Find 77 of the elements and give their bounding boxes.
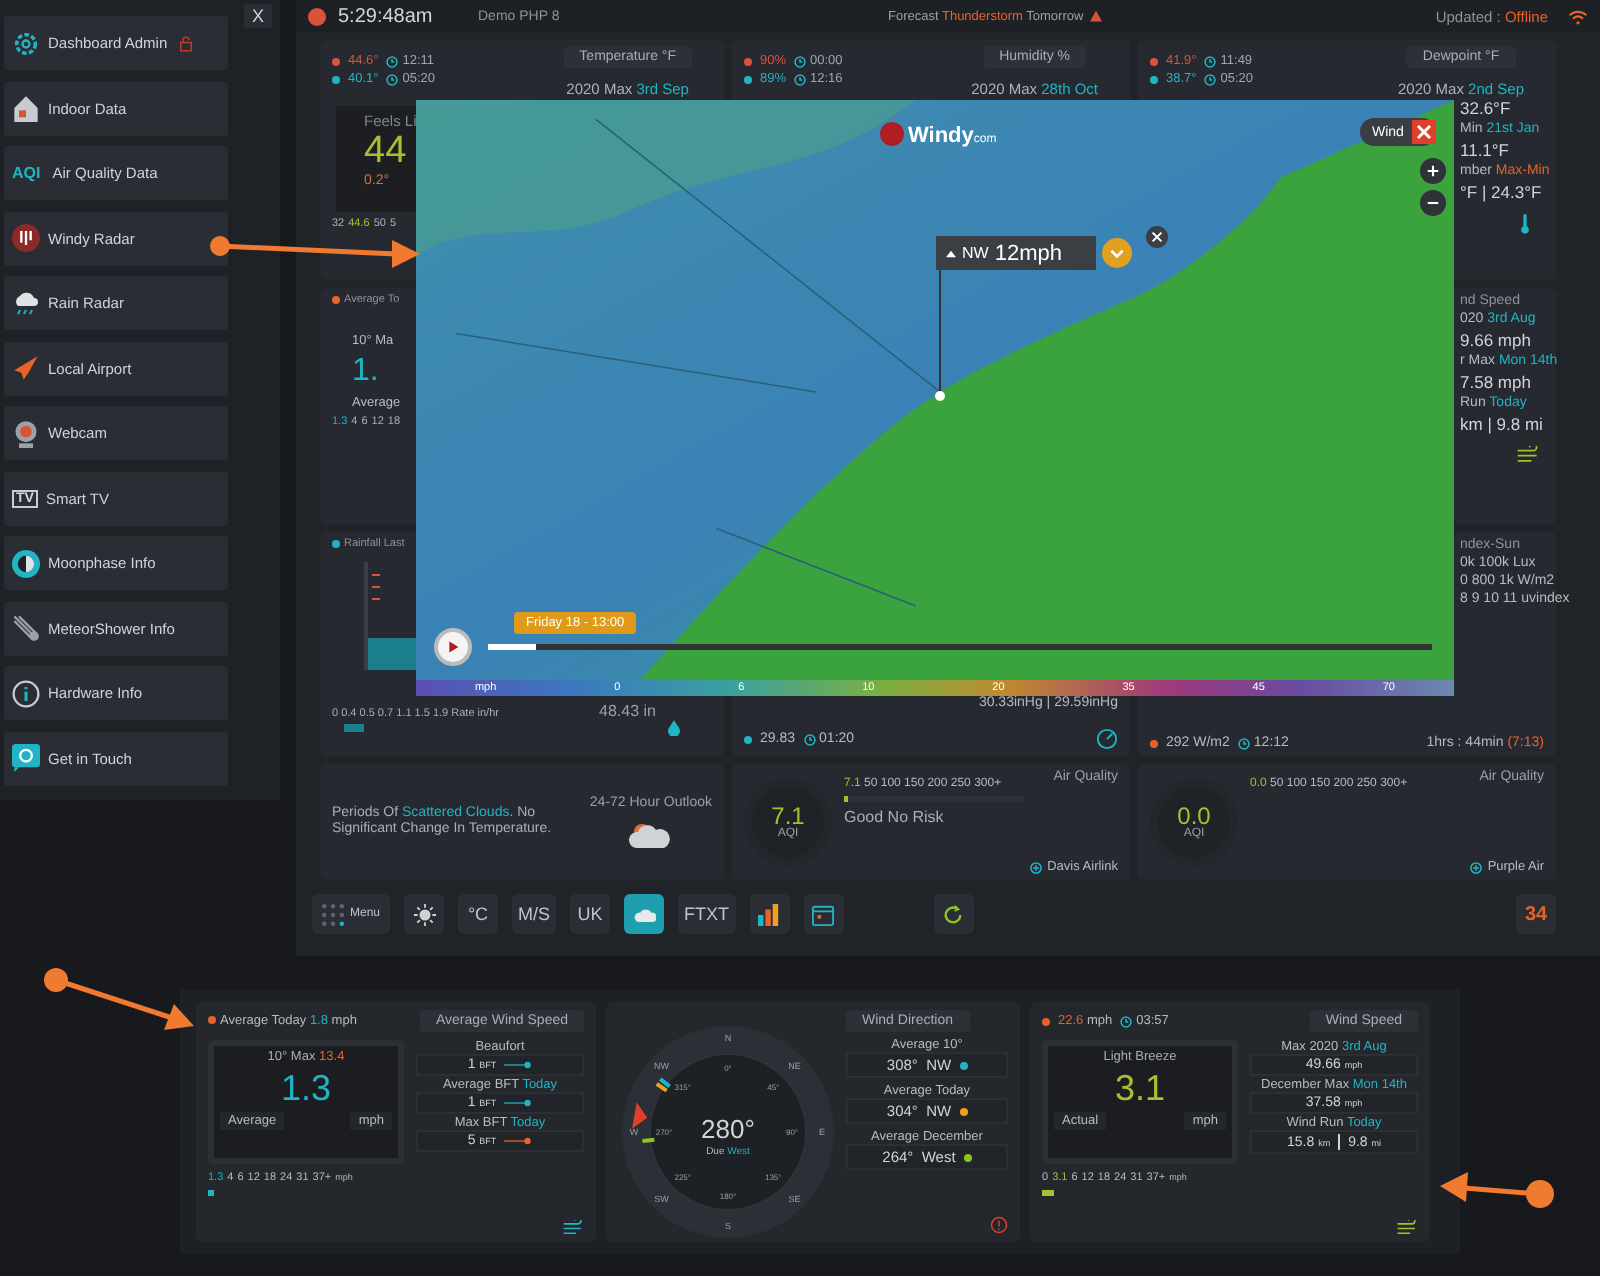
plus-icon: [1469, 861, 1482, 873]
wind-speed: 12mph: [994, 241, 1062, 265]
wind-icon: [562, 1220, 584, 1234]
clock-icon: [1204, 55, 1217, 67]
annotation-arrow: [1440, 1172, 1554, 1208]
cloud-icon: [633, 903, 656, 925]
wind-icon: [1396, 1220, 1418, 1234]
cloud-icon: [626, 821, 675, 849]
chat-icon: [12, 744, 40, 772]
play-icon: [444, 638, 462, 656]
cloud-button[interactable]: [624, 894, 665, 934]
stat-text: 32.6°F: [1460, 98, 1511, 118]
plus-icon: [1029, 861, 1042, 873]
toolbar-button[interactable]: UK: [570, 894, 611, 934]
calendar-icon: [812, 903, 835, 925]
logo-icon: [12, 224, 40, 252]
clock-time: 5:29:48am: [338, 5, 435, 27]
refresh-button[interactable]: [933, 894, 974, 934]
wind-icon: [1516, 446, 1540, 462]
rain-cloud-icon: [12, 289, 40, 317]
rain-bar: [344, 724, 364, 732]
chart-button[interactable]: [749, 894, 790, 934]
close-button[interactable]: X: [244, 4, 272, 28]
bearing-value: 280°: [701, 1114, 755, 1144]
clock-icon: [1120, 1015, 1133, 1027]
bar-chart-icon: [758, 903, 781, 925]
info-icon: [990, 1216, 1008, 1234]
clock-icon: [1237, 737, 1250, 749]
warning-icon: [1089, 10, 1102, 22]
close-icon: [1150, 230, 1164, 244]
meteor-icon: [12, 614, 40, 642]
speed-value: 1.3: [280, 1068, 332, 1108]
sun-icon: [413, 903, 436, 925]
clock-icon: [386, 55, 399, 67]
gauge-icon: [1096, 728, 1118, 750]
rain-total: 48.43 in: [599, 702, 656, 720]
wind-arrow-icon: [946, 249, 956, 257]
stat-text: 9.66 mph: [1460, 330, 1531, 350]
toolbar-button[interactable]: 34: [1516, 894, 1556, 934]
wind-direction: NW: [962, 244, 989, 262]
house-icon: [12, 94, 40, 122]
leader-line: [934, 270, 946, 402]
gauge-value: 44: [364, 130, 407, 174]
stat-text: °F | 24.3°F: [1460, 182, 1542, 202]
plus-icon: [1426, 164, 1440, 178]
close-icon: [1416, 124, 1432, 140]
wifi-icon: [1568, 7, 1588, 25]
toolbar-button[interactable]: °C: [458, 894, 499, 934]
toolbar-button[interactable]: FTXT: [678, 894, 736, 934]
stat-text: 11.1°F: [1460, 140, 1510, 160]
speed-value: 3.1: [1114, 1068, 1166, 1108]
raindrop-icon: [668, 720, 680, 736]
sun-button[interactable]: [404, 894, 445, 934]
clock-icon: [1204, 73, 1217, 85]
clock-icon: [794, 73, 807, 85]
refresh-icon: [942, 903, 965, 925]
status-icon: [308, 7, 326, 25]
stat-text: 1.: [352, 354, 379, 390]
clock-icon: [803, 733, 816, 745]
gear-icon: [12, 29, 40, 57]
airplane-icon: [12, 354, 40, 382]
clock-icon: [386, 73, 399, 85]
info-icon: [12, 679, 40, 707]
lock-icon: [179, 35, 192, 51]
webcam-icon: [12, 419, 40, 447]
stat-text: 7.58 mph: [1460, 372, 1531, 392]
timeline-track[interactable]: [488, 644, 1432, 650]
calendar-button[interactable]: [803, 894, 844, 934]
toolbar-button[interactable]: M/S: [512, 894, 557, 934]
moon-icon: [12, 549, 40, 577]
chevron-icon: [1108, 244, 1126, 262]
thermometer-icon: [1520, 214, 1530, 234]
dot-grid-icon: [322, 903, 344, 925]
minus-icon: [1426, 196, 1440, 210]
clock-icon: [794, 55, 807, 67]
stat-text: km | 9.8 mi: [1460, 414, 1543, 434]
status-text: Good No Risk: [844, 808, 946, 826]
